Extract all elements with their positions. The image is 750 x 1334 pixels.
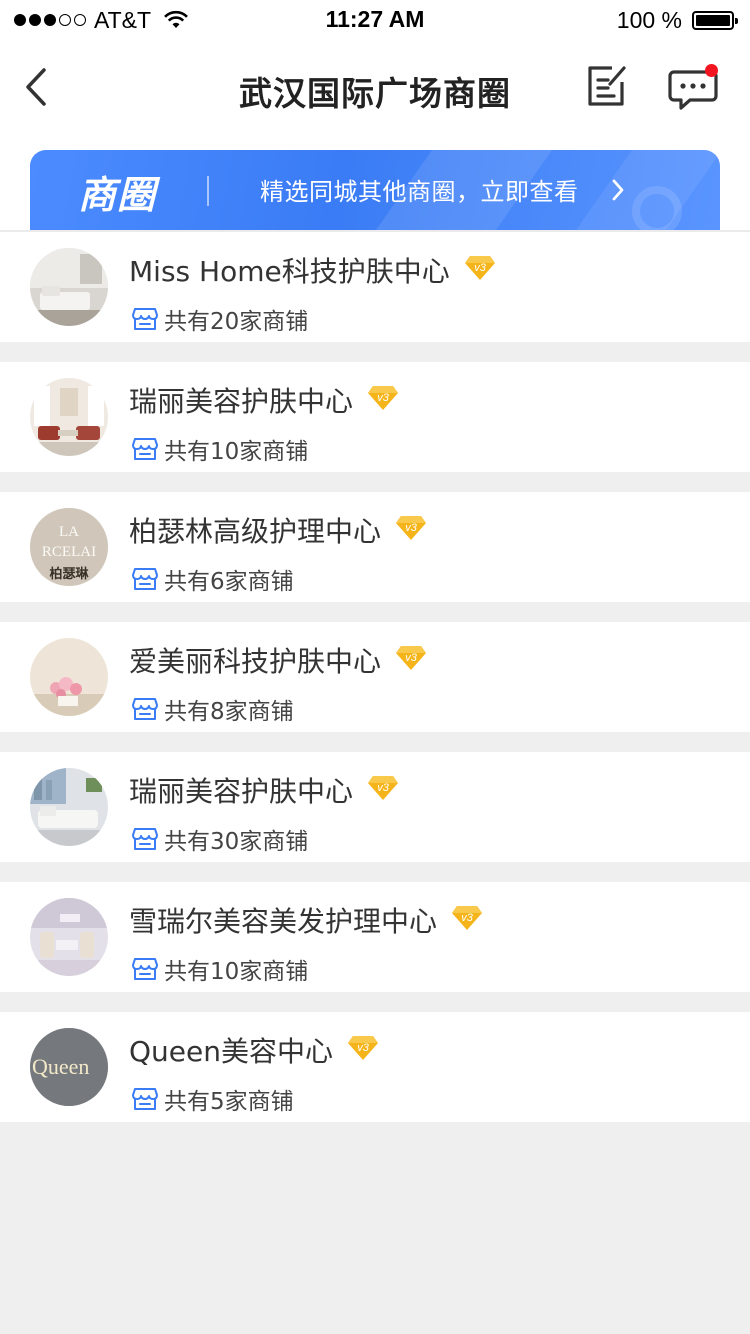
store-count: 共有20家商铺 <box>132 302 308 336</box>
store-count: 共有6家商铺 <box>132 562 294 596</box>
battery-percent: 100 % <box>616 6 682 33</box>
list-item[interactable]: 瑞丽美容护肤中心 v3 共有30家商铺 <box>0 752 750 862</box>
shop-name: 爱美丽科技护肤中心 <box>129 645 382 678</box>
page-title: 武汉国际广场商圈 <box>239 74 511 113</box>
svg-text:Queen: Queen <box>32 1054 89 1079</box>
battery-icon <box>692 10 738 30</box>
list-item[interactable]: Miss Home科技护肤中心 v3 共有20家商铺 <box>0 232 750 342</box>
store-count-text: 共有6家商铺 <box>164 569 294 595</box>
v3-badge-icon: v3 <box>464 256 495 280</box>
svg-text:柏瑟琳: 柏瑟琳 <box>49 566 89 582</box>
v3-badge-icon: v3 <box>452 906 483 930</box>
nav-bar: 武汉国际广场商圈 <box>0 40 750 134</box>
shop-title: 瑞丽美容护肤中心 v3 <box>129 380 399 420</box>
v3-badge-icon: v3 <box>396 516 427 540</box>
store-count-text: 共有5家商铺 <box>164 1089 294 1115</box>
list-item[interactable]: 雪瑞尔美容美发护理中心 v3 共有10家商铺 <box>0 882 750 992</box>
shop-avatar <box>30 768 108 846</box>
v3-badge-icon: v3 <box>368 776 399 800</box>
status-right: 100 % <box>616 6 738 34</box>
shop-name: 雪瑞尔美容美发护理中心 <box>129 905 438 938</box>
shop-name: 瑞丽美容护肤中心 <box>129 775 354 808</box>
store-icon <box>132 958 158 980</box>
store-count: 共有5家商铺 <box>132 1082 294 1116</box>
svg-text:v3: v3 <box>461 912 474 924</box>
message-button[interactable] <box>666 62 722 112</box>
shop-avatar <box>30 638 108 716</box>
business-circle-banner[interactable]: 商圈 精选同城其他商圈，立即查看 <box>30 150 720 230</box>
v3-badge-icon: v3 <box>368 386 399 410</box>
store-count-text: 共有20家商铺 <box>164 309 309 335</box>
shop-title: 爱美丽科技护肤中心 v3 <box>129 640 427 680</box>
store-icon <box>132 568 158 590</box>
store-count-text: 共有10家商铺 <box>164 439 309 465</box>
shop-title: Queen美容中心 v3 <box>129 1030 379 1070</box>
svg-text:v3: v3 <box>357 1042 370 1054</box>
list-item[interactable]: Queen Queen美容中心 v3 共有5家商铺 <box>0 1012 750 1122</box>
svg-text:v3: v3 <box>474 262 487 274</box>
shop-title: 雪瑞尔美容美发护理中心 v3 <box>129 900 483 940</box>
banner-divider <box>207 176 209 206</box>
list-item[interactable]: LA RCELAI 柏瑟琳 柏瑟林高级护理中心 v3 共有6家商铺 <box>0 492 750 602</box>
shop-title: 柏瑟林高级护理中心 v3 <box>129 510 427 550</box>
list-item[interactable]: 瑞丽美容护肤中心 v3 共有10家商铺 <box>0 362 750 472</box>
svg-text:v3: v3 <box>377 392 390 404</box>
v3-badge-icon: v3 <box>396 646 427 670</box>
shop-name: 柏瑟林高级护理中心 <box>129 515 382 548</box>
shop-avatar <box>30 378 108 456</box>
shop-name: Queen美容中心 <box>129 1035 333 1068</box>
shop-avatar: LA RCELAI 柏瑟琳 <box>30 508 108 586</box>
banner-decoration <box>632 186 682 230</box>
store-icon <box>132 828 158 850</box>
svg-text:v3: v3 <box>405 522 418 534</box>
svg-text:v3: v3 <box>405 652 418 664</box>
store-count-text: 共有8家商铺 <box>164 699 294 725</box>
store-count: 共有30家商铺 <box>132 822 308 856</box>
banner-text: 精选同城其他商圈，立即查看 <box>260 178 579 206</box>
notification-dot <box>705 64 718 77</box>
list-item[interactable]: 爱美丽科技护肤中心 v3 共有8家商铺 <box>0 622 750 732</box>
store-count-text: 共有30家商铺 <box>164 829 309 855</box>
store-count: 共有8家商铺 <box>132 692 294 726</box>
shop-avatar <box>30 898 108 976</box>
chevron-right-icon <box>612 179 624 201</box>
banner-section: 商圈 精选同城其他商圈，立即查看 <box>0 134 750 230</box>
shop-name: 瑞丽美容护肤中心 <box>129 385 354 418</box>
status-bar: AT&T 11:27 AM 100 % <box>0 0 750 40</box>
store-icon <box>132 698 158 720</box>
store-count: 共有10家商铺 <box>132 432 308 466</box>
shop-title: Miss Home科技护肤中心 v3 <box>129 250 496 290</box>
store-count-text: 共有10家商铺 <box>164 959 309 985</box>
edit-note-icon[interactable] <box>582 62 630 110</box>
v3-badge-icon: v3 <box>348 1036 378 1060</box>
svg-text:RCELAI: RCELAI <box>42 544 96 560</box>
business-circle-list: Miss Home科技护肤中心 v3 共有20家商铺 瑞丽美容护肤中心 v3 共… <box>0 230 750 1122</box>
svg-text:LA: LA <box>59 524 79 540</box>
shop-title: 瑞丽美容护肤中心 v3 <box>129 770 399 810</box>
shop-name: Miss Home科技护肤中心 <box>129 255 450 288</box>
svg-text:v3: v3 <box>377 782 390 794</box>
banner-logo: 商圈 <box>78 173 157 217</box>
shop-avatar <box>30 248 108 326</box>
store-icon <box>132 308 158 330</box>
store-icon <box>132 438 158 460</box>
store-icon <box>132 1088 158 1110</box>
store-count: 共有10家商铺 <box>132 952 308 986</box>
shop-avatar: Queen <box>30 1028 108 1106</box>
